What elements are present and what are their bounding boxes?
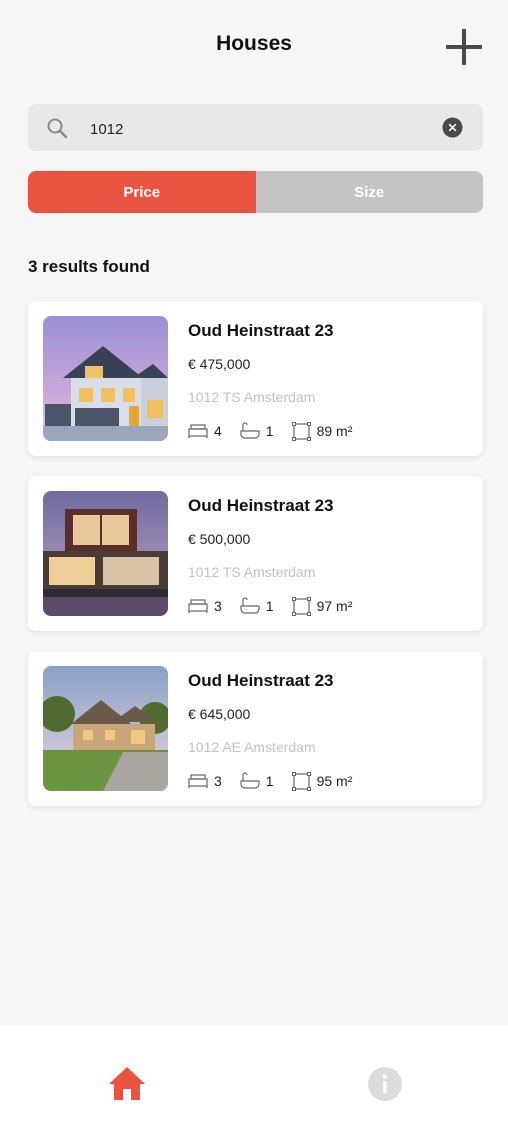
listing-zip-city: 1012 TS Amsterdam bbox=[188, 389, 316, 405]
bottom-navigation bbox=[0, 1025, 508, 1137]
listing-address: Oud Heinstraat 23 bbox=[188, 321, 334, 340]
bath-icon bbox=[240, 772, 260, 789]
search-icon bbox=[47, 118, 68, 139]
bedroom-count: 3 bbox=[214, 598, 222, 614]
bathroom-count: 1 bbox=[265, 423, 274, 439]
plus-icon bbox=[446, 29, 482, 65]
listing-card[interactable]: Oud Heinstraat 23 € 645,000 1012 AE Amst… bbox=[28, 651, 483, 806]
listing-specs: 3 1 95 m² bbox=[188, 770, 370, 792]
listing-card[interactable]: Oud Heinstraat 23 € 500,000 1012 TS Amst… bbox=[28, 476, 483, 631]
sort-toggle: Price Size bbox=[28, 171, 483, 213]
search-bar bbox=[28, 104, 483, 151]
app-header: Houses bbox=[0, 0, 508, 90]
house-photo bbox=[43, 491, 168, 616]
bath-icon bbox=[240, 597, 260, 614]
listing-specs: 4 1 89 m² bbox=[188, 420, 370, 442]
floor-area: 89 m² bbox=[316, 423, 353, 439]
bedroom-count: 3 bbox=[214, 773, 222, 789]
bathroom-count: 1 bbox=[265, 598, 274, 614]
listing-price: € 500,000 bbox=[188, 531, 251, 547]
floor-area: 97 m² bbox=[316, 598, 353, 614]
listing-address: Oud Heinstraat 23 bbox=[188, 496, 334, 515]
info-icon bbox=[368, 1067, 402, 1101]
results-count: 3 results found bbox=[28, 257, 150, 276]
nav-home-button[interactable] bbox=[108, 1065, 146, 1106]
area-icon bbox=[291, 596, 311, 616]
listing-specs: 3 1 97 m² bbox=[188, 595, 370, 617]
floor-area: 95 m² bbox=[316, 773, 353, 789]
nav-info-button[interactable] bbox=[367, 1066, 403, 1107]
listing-price: € 475,000 bbox=[188, 356, 251, 372]
listing-price: € 645,000 bbox=[188, 706, 251, 722]
area-icon bbox=[291, 421, 311, 441]
sort-price-button[interactable]: Price bbox=[28, 171, 256, 213]
bedroom-count: 4 bbox=[214, 423, 222, 439]
bath-icon bbox=[240, 422, 260, 439]
add-house-button[interactable] bbox=[446, 29, 482, 65]
listing-card[interactable]: Oud Heinstraat 23 € 475,000 1012 TS Amst… bbox=[28, 301, 483, 456]
listing-zip-city: 1012 AE Amsterdam bbox=[188, 739, 316, 755]
sort-size-button[interactable]: Size bbox=[255, 171, 483, 213]
listing-zip-city: 1012 TS Amsterdam bbox=[188, 564, 316, 580]
home-icon bbox=[109, 1067, 145, 1100]
search-input[interactable] bbox=[88, 116, 432, 142]
house-photo bbox=[43, 666, 168, 791]
bed-icon bbox=[188, 424, 208, 438]
clear-search-button[interactable] bbox=[442, 117, 463, 138]
clear-icon bbox=[442, 117, 463, 138]
bathroom-count: 1 bbox=[265, 773, 274, 789]
page-title: Houses bbox=[216, 32, 292, 55]
house-photo bbox=[43, 316, 168, 441]
bed-icon bbox=[188, 774, 208, 788]
area-icon bbox=[291, 771, 311, 791]
listing-address: Oud Heinstraat 23 bbox=[188, 671, 334, 690]
bed-icon bbox=[188, 599, 208, 613]
